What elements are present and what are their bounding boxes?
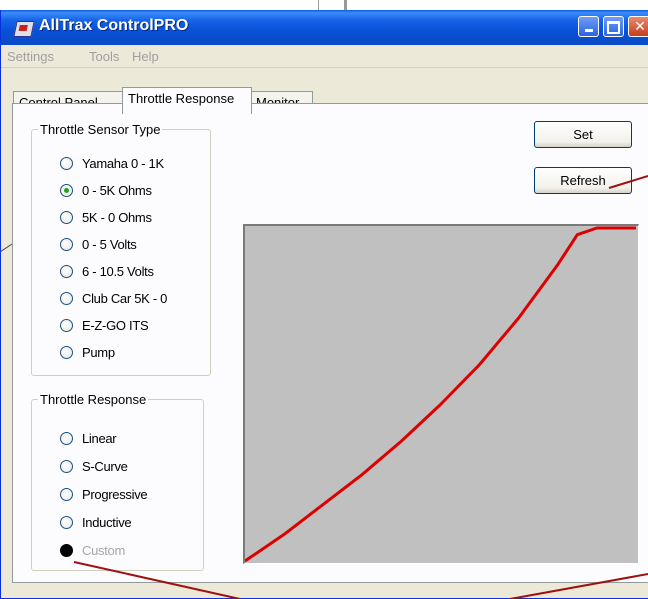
sensor-type-group: Throttle Sensor Type Yamaha 0 - 1K 0 - 5K… (31, 122, 211, 376)
maximize-button[interactable] (603, 16, 624, 37)
minimize-button[interactable] (578, 16, 599, 37)
radio-button[interactable] (60, 157, 73, 170)
menu-bar: Settings Tools Help (1, 45, 648, 68)
radio-button[interactable] (60, 238, 73, 251)
radio-label: Linear (82, 431, 117, 446)
radio-label: Custom (82, 543, 125, 558)
minimize-icon (584, 29, 593, 32)
radio-button[interactable] (60, 292, 73, 305)
radio-button[interactable] (60, 184, 73, 197)
radio-button[interactable] (60, 516, 73, 529)
background-fragment (344, 0, 347, 10)
throttle-curve-line (244, 226, 636, 563)
app-icon (13, 21, 35, 37)
radio-label: 0 - 5K Ohms (82, 183, 152, 198)
radio-label: 0 - 5 Volts (82, 237, 137, 252)
radio-button[interactable] (60, 265, 73, 278)
radio-label: Pump (82, 345, 115, 360)
close-icon: ✕ (634, 18, 646, 34)
radio-label: 5K - 0 Ohms (82, 210, 152, 225)
sensor-type-title: Throttle Sensor Type (38, 122, 163, 137)
radio-button[interactable] (60, 211, 73, 224)
throttle-curve-svg (244, 226, 636, 563)
menu-help[interactable]: Help (132, 49, 159, 64)
radio-label: 6 - 10.5 Volts (82, 264, 154, 279)
refresh-button[interactable]: Refresh (534, 167, 632, 194)
radio-label: Progressive (82, 487, 148, 502)
menu-tools[interactable]: Tools (89, 49, 119, 64)
tab-throttle-response[interactable]: Throttle Response (122, 87, 252, 114)
set-button[interactable]: Set (534, 121, 632, 148)
radio-label: Inductive (82, 515, 132, 530)
window-title: AllTrax ControlPRO (39, 17, 189, 34)
throttle-response-title: Throttle Response (38, 392, 149, 407)
throttle-response-group: Throttle Response Linear S-Curve Progressi… (31, 392, 204, 571)
radio-button (60, 544, 73, 557)
radio-label: S-Curve (82, 459, 128, 474)
throttle-curve-plot (243, 224, 639, 564)
tab-strip: Control Panel Throttle Response Monitor (1, 67, 648, 114)
radio-button[interactable] (60, 488, 73, 501)
radio-label: Club Car 5K - 0 (82, 291, 168, 306)
radio-button[interactable] (60, 346, 73, 359)
radio-label: E-Z-GO ITS (82, 318, 149, 333)
radio-button[interactable] (60, 460, 73, 473)
tab-panel: Throttle Sensor Type Yamaha 0 - 1K 0 - 5K… (12, 103, 648, 583)
background-fragment (318, 0, 319, 10)
close-button[interactable]: ✕ (628, 16, 648, 37)
radio-label: Yamaha 0 - 1K (82, 156, 164, 171)
radio-button[interactable] (60, 319, 73, 332)
menu-settings[interactable]: Settings (7, 49, 54, 64)
title-bar[interactable]: AllTrax ControlPRO ✕ (1, 10, 648, 45)
radio-button[interactable] (60, 432, 73, 445)
maximize-icon (607, 21, 620, 34)
